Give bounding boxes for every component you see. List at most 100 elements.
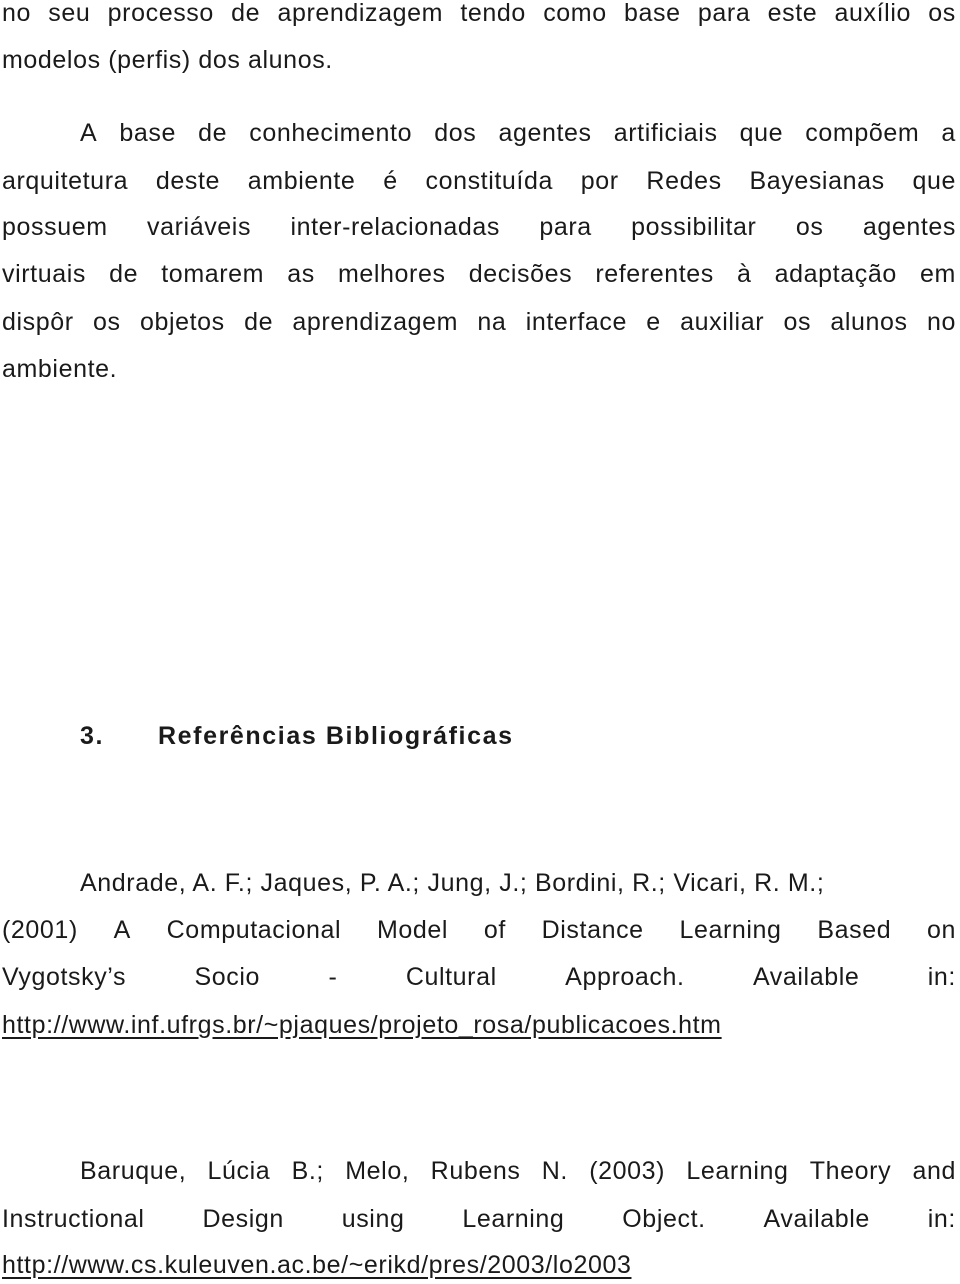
word: Instructional xyxy=(2,1205,145,1233)
word: interface xyxy=(525,308,627,336)
word: as xyxy=(287,260,315,288)
word: Distance xyxy=(541,916,644,944)
reference-link[interactable]: http://www.inf.ufrgs.br/~pjaques/projeto… xyxy=(2,1011,722,1039)
word: aprendizagem xyxy=(292,308,459,336)
word: Learning xyxy=(686,1157,789,1185)
word: N. xyxy=(541,1157,568,1185)
word: na xyxy=(477,308,507,336)
word: Based xyxy=(817,916,892,944)
word: os xyxy=(928,0,956,27)
word: artificiais xyxy=(613,119,718,147)
word: on xyxy=(926,916,956,944)
word: Redes xyxy=(646,167,722,195)
word: decisões xyxy=(468,260,573,288)
word: adaptação xyxy=(774,260,897,288)
reference-line: Andrade, A. F.; Jaques, P. A.; Jung, J.;… xyxy=(80,869,825,897)
paragraph-line: no seu processo de aprendizagem tendo como base… xyxy=(2,0,956,28)
word: ambiente xyxy=(247,167,356,195)
reference-url-line: http://www.inf.ufrgs.br/~pjaques/projeto… xyxy=(2,1010,956,1040)
word: agentes xyxy=(862,213,956,241)
word: (2003) xyxy=(589,1157,666,1185)
word: base xyxy=(624,0,681,27)
word: Baruque, xyxy=(80,1157,187,1185)
word: Lúcia xyxy=(207,1157,271,1185)
word: Model xyxy=(376,916,449,944)
paragraph-line: dispôr os objetos de aprendizagem na interface… xyxy=(2,307,956,337)
word: in: xyxy=(927,1205,956,1233)
word: tomarem xyxy=(161,260,265,288)
word: conhecimento xyxy=(249,119,413,147)
word: Rubens xyxy=(430,1157,521,1185)
word: Available xyxy=(752,963,860,991)
word: referentes xyxy=(595,260,714,288)
word: Object. xyxy=(622,1205,706,1233)
word: que xyxy=(739,119,784,147)
word: alunos xyxy=(830,308,908,336)
word: melhores xyxy=(337,260,446,288)
paragraph-line: virtuais de tomarem as melhores decisões refer… xyxy=(2,259,956,289)
word: a xyxy=(941,119,956,147)
word: A xyxy=(113,916,131,944)
paragraph-line: arquitetura deste ambiente é constituída por R… xyxy=(2,166,956,196)
word: (2001) xyxy=(2,916,78,944)
paragraph-line: ambiente. xyxy=(2,355,118,383)
word: tendo xyxy=(460,0,526,27)
word: Vygotsky’s xyxy=(2,963,127,991)
word: Melo, xyxy=(345,1157,410,1185)
word: aprendizagem xyxy=(277,0,444,27)
word: para xyxy=(539,213,592,241)
word: de xyxy=(244,308,274,336)
word: in: xyxy=(927,963,956,991)
word: por xyxy=(580,167,619,195)
word: este xyxy=(767,0,818,27)
word: B.; xyxy=(291,1157,324,1185)
word: à xyxy=(737,260,752,288)
reference-url-line: http://www.cs.kuleuven.ac.be/~erikd/pres… xyxy=(2,1250,956,1280)
word: Available xyxy=(763,1205,870,1233)
word: Cultural xyxy=(405,963,497,991)
word: e xyxy=(646,308,661,336)
paragraph-line: possuem variáveis inter-relacionadas para po… xyxy=(2,212,956,242)
word: base xyxy=(119,119,177,147)
word: agentes xyxy=(498,119,592,147)
word: no xyxy=(2,0,32,27)
word: of xyxy=(483,916,506,944)
reference-line: (2001) A Computacional Model of Distance Learn… xyxy=(2,915,956,945)
word: os xyxy=(783,308,812,336)
word: Approach. xyxy=(565,963,685,991)
word: variáveis xyxy=(147,213,252,241)
word: os xyxy=(93,308,121,336)
word: Socio xyxy=(194,963,261,991)
reference-line: Vygotsky’s Socio - Cultural Approach. Availab… xyxy=(2,962,956,992)
word: auxílio xyxy=(834,0,911,27)
word: objetos xyxy=(139,308,225,336)
reference-line: Baruque, Lúcia B.; Melo, Rubens N. (2003) Learn… xyxy=(80,1156,956,1186)
word: Learning xyxy=(462,1205,565,1233)
word: que xyxy=(912,167,956,195)
word: Computacional xyxy=(166,916,342,944)
word: de xyxy=(109,260,139,288)
word: no xyxy=(926,308,956,336)
word: compõem xyxy=(805,119,920,147)
reference-line: Instructional Design using Learning Object. A… xyxy=(2,1204,956,1234)
reference-link[interactable]: http://www.cs.kuleuven.ac.be/~erikd/pres… xyxy=(2,1251,631,1279)
section-title: Referências Bibliográficas xyxy=(158,722,514,750)
word: deste xyxy=(155,167,221,195)
word: - xyxy=(328,963,338,991)
word: processo xyxy=(107,0,214,27)
word: os xyxy=(795,213,824,241)
word: dos xyxy=(434,119,477,147)
paragraph-line: Abase de conhecimento dos agentes artificiais… xyxy=(80,118,956,148)
word: em xyxy=(919,260,956,288)
word: auxiliar xyxy=(680,308,765,336)
section-heading: 3. Referências Bibliográficas xyxy=(80,721,514,751)
word: A xyxy=(80,119,98,147)
section-number: 3. xyxy=(80,722,105,750)
word: Learning xyxy=(679,916,782,944)
word: inter-relacionadas xyxy=(290,213,500,241)
word: Design xyxy=(202,1205,284,1233)
word: Theory xyxy=(809,1157,892,1185)
word: como xyxy=(543,0,607,27)
word: possibilitar xyxy=(631,213,757,241)
word: de xyxy=(198,119,228,147)
